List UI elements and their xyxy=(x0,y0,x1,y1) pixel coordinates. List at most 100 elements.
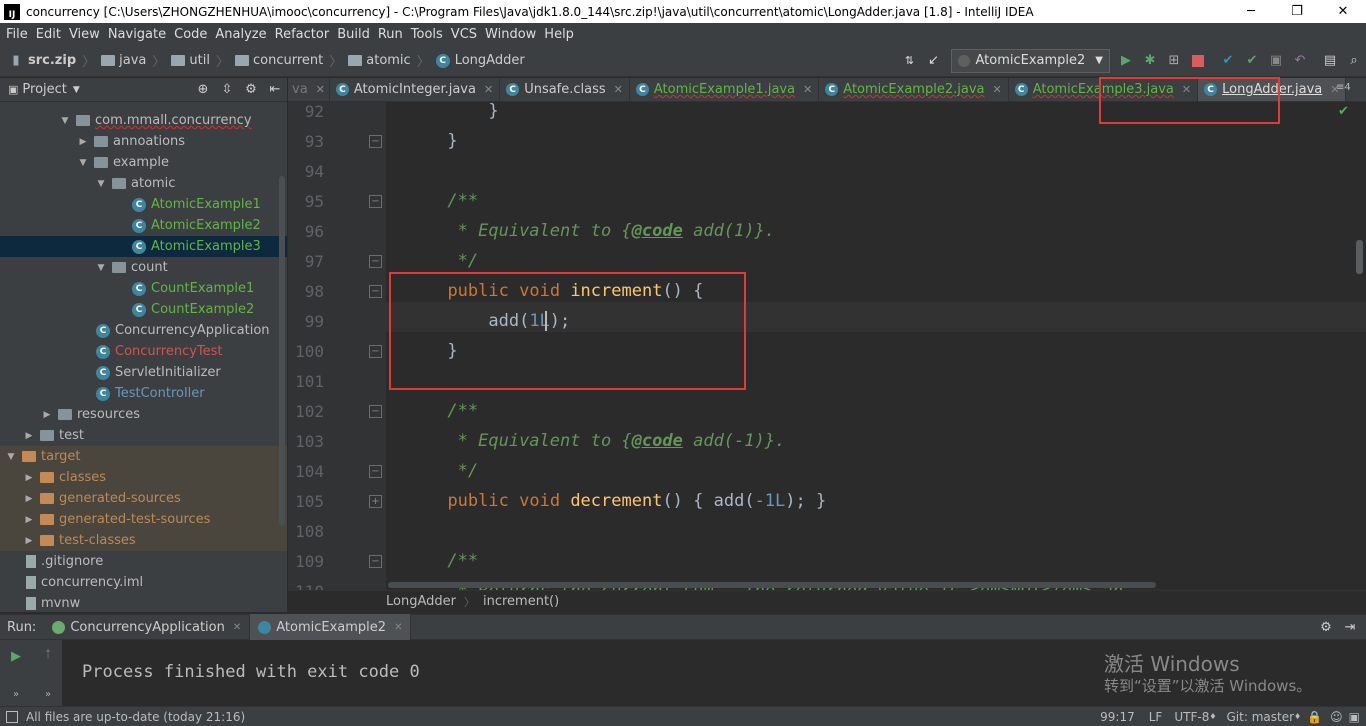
project-tree-item[interactable]: C ConcurrencyApplication xyxy=(0,320,287,341)
expand-arrow-icon[interactable]: ▶ xyxy=(24,515,34,525)
git-branch[interactable]: Git: master xyxy=(1227,710,1295,724)
expand-arrow-icon[interactable]: ▼ xyxy=(6,452,16,462)
breadcrumb-class[interactable]: LongAdder xyxy=(386,594,456,609)
inspector-icon[interactable]: ☺ xyxy=(1330,710,1343,724)
nav-crumb-atomic[interactable]: atomic 〉 xyxy=(342,51,430,70)
code-line[interactable]: 94 xyxy=(288,156,1366,186)
expand-arrow-icon[interactable]: ▼ xyxy=(96,179,106,189)
menu-edit[interactable]: Edit xyxy=(32,27,65,42)
project-tree-item[interactable]: ▶ generated-test-sources xyxy=(0,509,287,530)
rerun-icon[interactable]: ▶ xyxy=(8,648,24,664)
close-button[interactable]: ✕ xyxy=(1320,0,1366,23)
sort-icon[interactable]: ⇅ xyxy=(901,53,917,69)
project-tree-item[interactable]: ▶ test-classes xyxy=(0,530,287,551)
event-log-icon[interactable]: ▣ xyxy=(1349,710,1360,724)
code-line[interactable]: 104 − */ xyxy=(288,456,1366,486)
menu-tools[interactable]: Tools xyxy=(407,27,447,42)
gear-icon[interactable]: ⚙ xyxy=(1318,619,1334,635)
close-icon[interactable]: ✕ xyxy=(233,622,241,633)
expand-arrow-icon[interactable]: ▶ xyxy=(78,137,88,147)
run-configuration-select[interactable]: AtomicExample2 ▼ xyxy=(951,48,1110,73)
project-tree-item[interactable]: C TestController xyxy=(0,383,287,404)
tree-scrollbar[interactable] xyxy=(279,176,285,526)
fold-marker-icon[interactable]: − xyxy=(369,404,382,418)
code-line[interactable]: 108 xyxy=(288,516,1366,546)
hide-icon[interactable]: ⇤ xyxy=(267,82,283,98)
nav-crumb-longadder[interactable]: C LongAdder xyxy=(430,53,525,68)
maximize-button[interactable]: ❐ xyxy=(1274,0,1320,23)
nav-crumb-concurrent[interactable]: concurrent 〉 xyxy=(229,51,342,70)
project-tree-item[interactable]: mvnw xyxy=(0,593,287,612)
close-icon[interactable]: ✕ xyxy=(394,622,402,633)
expand-arrow-icon[interactable]: ▼ xyxy=(60,116,70,126)
project-tree-item[interactable]: ▼ com.mmall.concurrency xyxy=(0,110,287,131)
collapse-icon[interactable]: ⇳ xyxy=(219,82,235,98)
project-tree-item[interactable]: .gitignore xyxy=(0,551,287,572)
fold-marker-icon[interactable]: − xyxy=(369,254,382,268)
expand-arrow-icon[interactable]: ▶ xyxy=(42,410,52,420)
editor-tab[interactable]: C AtomicExample2.java ✕ xyxy=(819,78,1009,101)
close-tab-icon[interactable]: ✕ xyxy=(316,83,325,96)
vcs-update-icon[interactable]: ✔ xyxy=(1220,53,1236,69)
revert-icon[interactable]: ↶ xyxy=(1292,53,1308,69)
scroll-up-icon[interactable]: 🠕 xyxy=(40,647,56,664)
arrow-down-icon[interactable]: ↙ xyxy=(925,53,941,69)
fold-marker-icon[interactable]: − xyxy=(369,554,382,568)
search-icon[interactable]: ⌕ xyxy=(1346,53,1362,69)
project-tree-item[interactable]: ▶ classes xyxy=(0,467,287,488)
stop-icon[interactable] xyxy=(1190,53,1206,69)
menu-help[interactable]: Help xyxy=(540,27,578,42)
fold-marker-icon[interactable]: − xyxy=(369,134,382,148)
chevron-down-icon[interactable]: ▼ xyxy=(73,85,80,95)
hide-icon[interactable]: ⇥ xyxy=(1342,619,1358,635)
project-structure-icon[interactable]: ▤ xyxy=(1322,53,1338,69)
expand-icon[interactable]: » xyxy=(8,686,24,702)
menu-file[interactable]: File xyxy=(2,27,32,42)
project-tree-item[interactable]: C AtomicExample1 xyxy=(0,194,287,215)
debug-icon[interactable]: ✱ xyxy=(1142,53,1158,69)
editor-scrollbar[interactable] xyxy=(1356,240,1363,274)
lock-icon[interactable]: 🔒 xyxy=(1307,710,1322,724)
menu-navigate[interactable]: Navigate xyxy=(104,27,170,42)
editor-tab[interactable]: C AtomicExample1.java ✕ xyxy=(630,78,820,101)
menu-run[interactable]: Run xyxy=(374,27,407,42)
editor-horizontal-scrollbar[interactable] xyxy=(388,582,1156,588)
expand-arrow-icon[interactable]: ▼ xyxy=(96,263,106,273)
code-line[interactable]: 103 * Equivalent to {@code add(-1)}. xyxy=(288,426,1366,456)
project-tree-item[interactable]: C CountExample1 xyxy=(0,278,287,299)
project-tree-item[interactable]: ▶ generated-sources xyxy=(0,488,287,509)
fold-marker-icon[interactable]: − xyxy=(369,194,382,208)
nav-crumb-srczip[interactable]: ▮ src.zip 〉 xyxy=(4,51,95,70)
coverage-icon[interactable]: ⊞ xyxy=(1166,53,1182,69)
menu-build[interactable]: Build xyxy=(333,27,374,42)
tabs-overflow[interactable]: ≡4 xyxy=(1336,82,1351,93)
code-line[interactable]: 95 − /** xyxy=(288,186,1366,216)
code-line[interactable]: 96 * Equivalent to {@code add(1)}. xyxy=(288,216,1366,246)
close-tab-icon[interactable]: ✕ xyxy=(614,83,623,96)
gear-icon[interactable]: ⚙ xyxy=(243,82,259,98)
expand-icon[interactable]: » xyxy=(40,686,56,702)
locate-icon[interactable]: ⊕ xyxy=(195,82,211,98)
close-tab-icon[interactable]: ✕ xyxy=(992,83,1001,96)
code-line[interactable]: 102 − /** xyxy=(288,396,1366,426)
project-tree-item[interactable]: C AtomicExample3 xyxy=(0,236,287,257)
run-icon[interactable]: ▶ xyxy=(1118,53,1134,69)
line-separator[interactable]: LF xyxy=(1149,710,1163,724)
menu-window[interactable]: Window xyxy=(481,27,540,42)
code-line[interactable]: 109 − /** xyxy=(288,546,1366,576)
project-tree-item[interactable]: ▼ example xyxy=(0,152,287,173)
expand-arrow-icon[interactable]: ▼ xyxy=(78,158,88,168)
nav-crumb-java[interactable]: java 〉 xyxy=(95,51,165,70)
project-tree-item[interactable]: C ConcurrencyTest xyxy=(0,341,287,362)
menu-code[interactable]: Code xyxy=(170,27,211,42)
editor-tab[interactable]: C AtomicInteger.java ✕ xyxy=(330,78,501,101)
project-tree-item[interactable]: ▼ count xyxy=(0,257,287,278)
menu-vcs[interactable]: VCS xyxy=(447,27,481,42)
fold-marker-icon[interactable]: − xyxy=(369,284,382,298)
code-line[interactable]: 105 + public void decrement() { add(-1L);… xyxy=(288,486,1366,516)
fold-marker-icon[interactable]: − xyxy=(369,344,382,358)
project-tree-item[interactable]: ▼ target xyxy=(0,446,287,467)
expand-arrow-icon[interactable]: ▶ xyxy=(24,473,34,483)
vcs-commit-icon[interactable]: ✔ xyxy=(1244,53,1260,69)
project-tree-item[interactable]: concurrency.iml xyxy=(0,572,287,593)
